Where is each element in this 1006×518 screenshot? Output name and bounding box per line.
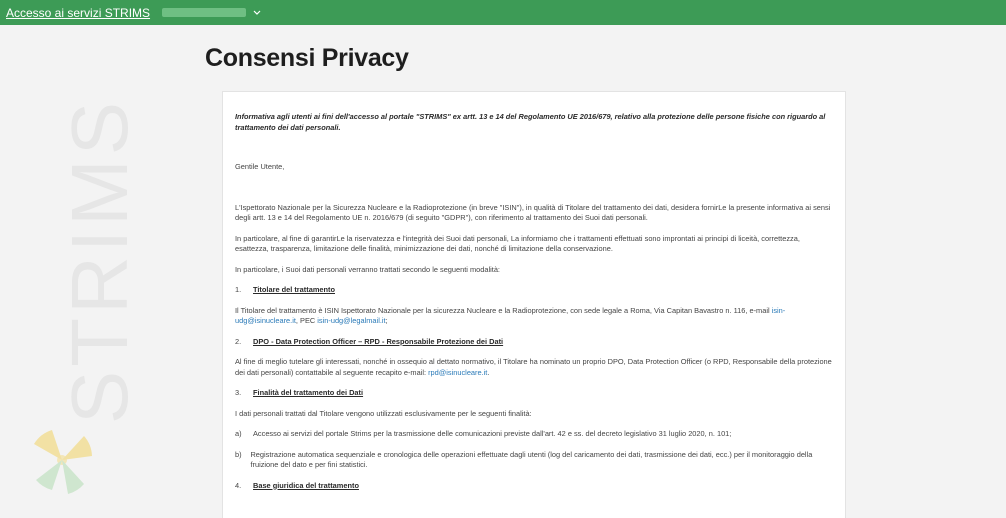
section-number: 3. — [235, 388, 242, 397]
paragraph: In particolare, al fine di garantirLe la… — [235, 233, 800, 254]
section-heading: 3. Finalità del trattamento dei Dati — [235, 388, 835, 399]
page-title: Consensi Privacy — [205, 44, 409, 72]
privacy-document-card: Informativa agli utenti ai fini dell'acc… — [222, 91, 846, 518]
list-item-text: Accesso ai servizi del portale Strims pe… — [253, 429, 732, 438]
list-item-text: Registrazione automatica sequenziale e c… — [250, 449, 813, 470]
chevron-down-icon[interactable] — [252, 8, 262, 18]
paragraph: Al fine di meglio tutelare gli interessa… — [235, 357, 835, 378]
pec-link[interactable]: isin-udg@legalmail.it — [317, 316, 385, 325]
paragraph-text: Al fine di meglio tutelare gli interessa… — [235, 357, 832, 377]
paragraph-text: ; — [385, 316, 388, 325]
paragraph: In particolare, i Suoi dati personali ve… — [235, 264, 500, 274]
list-item-label: b) — [235, 449, 242, 459]
list-item: b) Registrazione automatica sequenziale … — [235, 450, 835, 471]
strims-watermark-text: STRIMS — [55, 97, 144, 425]
strims-sidebar-watermark: STRIMS — [0, 25, 150, 518]
section-number: 1. — [235, 285, 242, 294]
section-heading: 1. Titolare del trattamento — [235, 285, 835, 296]
top-navbar: Accesso ai servizi STRIMS — [0, 0, 1006, 25]
section-heading: 2. DPO - Data Protection Officer – RPD -… — [235, 337, 835, 348]
radiation-logo-icon — [34, 430, 92, 494]
portal-home-link[interactable]: Accesso ai servizi STRIMS — [6, 6, 150, 20]
greeting: Gentile Utente, — [235, 162, 285, 171]
document-intro: Informativa agli utenti ai fini dell'acc… — [235, 112, 826, 132]
list-item-label: a) — [235, 429, 242, 438]
paragraph: Il Titolare del trattamento è ISIN Ispet… — [235, 306, 835, 327]
section-number: 4. — [235, 480, 242, 490]
section-title: DPO - Data Protection Officer – RPD - Re… — [253, 336, 504, 346]
paragraph: L'Ispettorato Nazionale per la Sicurezza… — [235, 202, 831, 223]
paragraph-text: Il Titolare del trattamento è ISIN Ispet… — [235, 305, 772, 315]
section-heading: 4. Base giuridica del trattamento — [235, 481, 835, 492]
section-number: 2. — [235, 336, 242, 346]
dpo-email-link[interactable]: rpd@isinucleare.it — [428, 368, 487, 377]
list-item: a) Accesso ai servizi del portale Strims… — [235, 429, 835, 440]
section-title: Titolare del trattamento — [253, 285, 335, 294]
paragraph: I dati personali trattati dal Titolare v… — [235, 408, 532, 418]
paragraph-text: . — [487, 367, 490, 377]
section-title: Finalità del trattamento dei Dati — [253, 388, 364, 397]
paragraph-text: , PEC — [295, 316, 318, 325]
section-title: Base giuridica del trattamento — [253, 480, 359, 490]
user-name-redacted[interactable] — [162, 8, 247, 17]
